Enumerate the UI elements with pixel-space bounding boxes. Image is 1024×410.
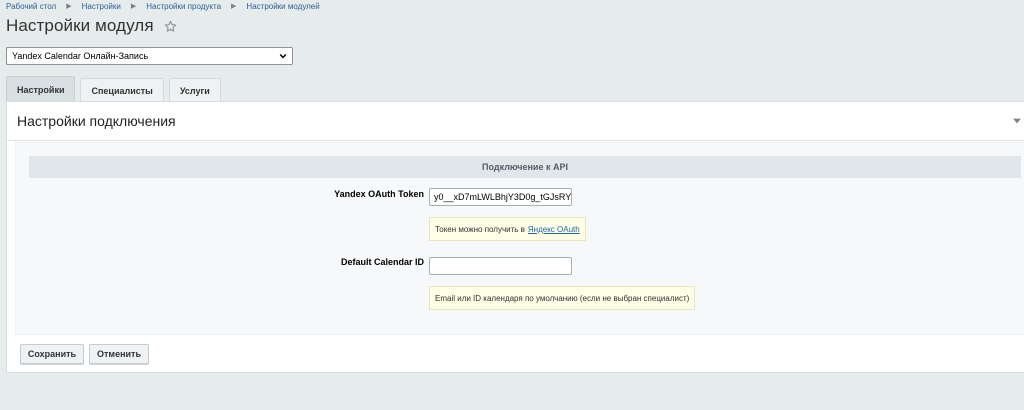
module-select[interactable]: Yandex Calendar Онлайн-Запись [6,47,293,65]
form-area: Подключение к API Yandex OAuth Token y0_… [15,142,1024,335]
tab-bar: Настройки Специалисты Услуги [6,76,226,102]
tab-services[interactable]: Услуги [168,78,221,102]
save-button[interactable]: Сохранить [20,344,84,364]
card-header: Настройки подключения [7,102,1024,141]
tab-label: Настройки [17,84,65,95]
card-title: Настройки подключения [17,113,176,129]
calendar-id-label: Default Calendar ID [340,257,424,267]
favorite-star-icon[interactable] [164,20,177,33]
breadcrumb-item-product-settings[interactable]: Настройки продукта [146,2,221,11]
tab-label: Специалисты [91,85,153,96]
breadcrumb-separator-icon: ▶ [130,3,137,10]
title-row: Настройки модуля [6,16,177,36]
yandex-oauth-link[interactable]: Яндекс OAuth [528,225,580,234]
settings-card: Настройки подключения Подключение к API … [6,101,1024,373]
calendar-id-input[interactable] [429,257,572,275]
breadcrumb: Рабочий стол ▶ Настройки ▶ Настройки про… [6,0,320,12]
breadcrumb-separator-icon: ▶ [66,3,72,10]
module-select-value: Yandex Calendar Онлайн-Запись [12,51,149,61]
breadcrumb-item-settings[interactable]: Настройки [82,2,121,11]
breadcrumb-item-desktop[interactable]: Рабочий стол [6,2,56,11]
tab-settings[interactable]: Настройки [6,76,76,102]
oauth-token-input[interactable]: y0__xD7mLWLBhjY3D0g_tGJsRYt [429,188,572,206]
section-heading: Подключение к API [29,156,1021,178]
chevron-down-icon [279,54,287,59]
breadcrumb-item-module-settings[interactable]: Настройки модулей [246,2,319,11]
oauth-token-label: Yandex OAuth Token [334,189,424,199]
collapse-arrow-icon[interactable] [1013,118,1021,124]
tab-label: Услуги [179,85,210,96]
cancel-button[interactable]: Отменить [89,344,149,364]
page-title: Настройки модуля [6,16,154,35]
hint-text: Токен можно получить в [435,224,525,234]
breadcrumb-separator-icon: ▶ [231,3,237,10]
hint-text: Email или ID календаря по умолчанию (есл… [435,293,690,303]
tab-specialists[interactable]: Специалисты [80,78,164,102]
oauth-token-hint: Токен можно получить в Яндекс OAuth [429,217,586,241]
calendar-id-hint: Email или ID календаря по умолчанию (есл… [429,286,696,310]
